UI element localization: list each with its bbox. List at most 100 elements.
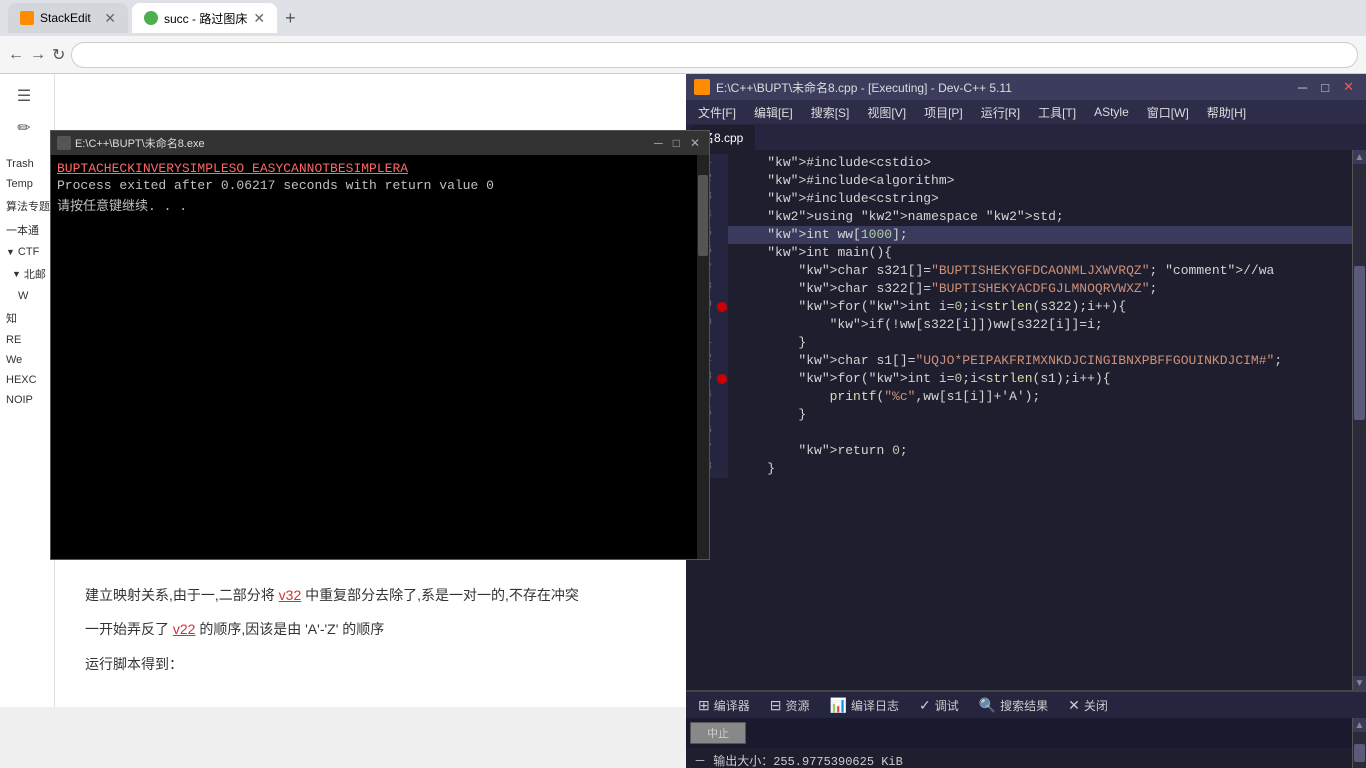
line-content-15: } — [728, 406, 814, 424]
bottom-scroll-track — [1353, 732, 1366, 768]
compile-log-icon: 📊 — [830, 697, 847, 714]
devcpp-window: E:\C++\BUPT\未命名8.cpp - [Executing] - Dev… — [686, 74, 1366, 768]
menu-file[interactable]: 文件[F] — [690, 102, 744, 123]
line-marker-7 — [716, 262, 728, 280]
terminal-scrollbar[interactable] — [697, 155, 709, 559]
line-content-18: } — [728, 460, 783, 478]
sidebar-item-hexc[interactable]: HEXC — [0, 370, 54, 390]
sidebar-item-re[interactable]: RE — [0, 330, 54, 350]
menu-window[interactable]: 窗口[W] — [1139, 102, 1197, 123]
bottom-tab-compiler[interactable]: ⊞ 编译器 — [690, 695, 758, 716]
bottom-tab-debug[interactable]: ✓ 调试 — [911, 695, 967, 716]
resources-icon: ⊟ — [770, 697, 782, 714]
terminal-output-line1: BUPTACHECKINVERYSIMPLESO EASYCANNOTBESIM… — [57, 161, 703, 176]
tab-stackedit[interactable]: StackEdit ✕ — [8, 3, 128, 33]
terminal-close-button[interactable]: ✕ — [687, 136, 703, 150]
scroll-up-button[interactable]: ▲ — [1353, 150, 1366, 164]
succ-favicon — [144, 11, 158, 25]
bottom-tab-debug-label: 调试 — [935, 697, 959, 714]
devcpp-scrollbar[interactable]: ▲ ▼ — [1352, 150, 1366, 690]
blog-paragraph-1: 建立映射关系,由于一,二部分将 v32 中重复部分去除了,系是一对一的,不存在冲… — [85, 584, 656, 606]
link-v32[interactable]: v32 — [279, 587, 302, 603]
sidebar-item-beida[interactable]: ▼ 北邮 — [0, 262, 54, 286]
bottom-tab-compile-log[interactable]: 📊 编译日志 — [822, 695, 907, 716]
line-marker-10 — [716, 316, 728, 334]
line-content-13: "kw">for("kw">int i=0;i<strlen(s1);i++){ — [728, 370, 1119, 388]
bottom-scroll-up[interactable]: ▲ — [1353, 718, 1366, 732]
new-tab-button[interactable]: + — [281, 8, 300, 29]
stop-button-area: 中止 — [686, 718, 1352, 748]
nav-forward-button[interactable]: → — [30, 46, 46, 64]
line-content-6: "kw">int main(){ — [728, 244, 900, 262]
bottom-tab-search-label: 搜索结果 — [1000, 697, 1048, 714]
bottom-panel-left: 中止 － 输出大小：255.9775390625 KiB － 编译时间：0.77… — [686, 718, 1352, 768]
sidebar-item-noip[interactable]: NOIP — [0, 390, 54, 410]
menu-edit[interactable]: 编辑[E] — [746, 102, 801, 123]
terminal-minimize-button[interactable]: ─ — [651, 136, 666, 150]
devcpp-close-button[interactable]: ✕ — [1339, 79, 1358, 95]
code-line-16: 16 — [686, 424, 1352, 442]
line-content-2: "kw">#include<algorithm> — [728, 172, 962, 190]
sidebar-w-label: W — [18, 290, 28, 302]
line-content-4: "kw2">using "kw2">namespace "kw2">std; — [728, 208, 1072, 226]
tab-stackedit-close[interactable]: ✕ — [104, 10, 116, 27]
bottom-tab-search[interactable]: 🔍 搜索结果 — [971, 695, 1056, 716]
bottom-tab-close[interactable]: ✕ 关闭 — [1060, 695, 1116, 716]
code-line-9: 9 "kw">for("kw">int i=0;i<strlen(s322);i… — [686, 298, 1352, 316]
devcpp-restore-button[interactable]: □ — [1317, 80, 1333, 95]
terminal-titlebar[interactable]: E:\C++\BUPT\未命名8.exe ─ □ ✕ — [51, 131, 709, 155]
sidebar-item-w[interactable]: W — [0, 286, 54, 306]
nav-refresh-button[interactable]: ↻ — [52, 45, 65, 65]
code-line-15: 15 } — [686, 406, 1352, 424]
devcpp-titlebar[interactable]: E:\C++\BUPT\未命名8.cpp - [Executing] - Dev… — [686, 74, 1366, 100]
sidebar-item-pass[interactable]: 一本通 — [0, 218, 54, 242]
tab-succ[interactable]: succ - 路过图床 ✕ — [132, 3, 277, 33]
bottom-tab-resources[interactable]: ⊟ 资源 — [762, 695, 818, 716]
code-line-1: 1 "kw">#include<cstdio> — [686, 154, 1352, 172]
sidebar-re-label: RE — [6, 334, 21, 346]
tab-succ-close[interactable]: ✕ — [253, 10, 265, 27]
menu-astyle[interactable]: AStyle — [1086, 103, 1137, 121]
line-content-7: "kw">char s321[]="BUPTISHEKYGFDCAONMLJXW… — [728, 262, 1282, 280]
scroll-down-button[interactable]: ▼ — [1353, 676, 1366, 690]
menu-project[interactable]: 项目[P] — [916, 102, 971, 123]
line-marker-17 — [716, 442, 728, 460]
menu-tools[interactable]: 工具[T] — [1030, 102, 1084, 123]
line-marker-11 — [716, 334, 728, 352]
close-panel-icon: ✕ — [1068, 697, 1080, 714]
sidebar-item-trash[interactable]: Trash — [0, 154, 54, 174]
address-bar[interactable] — [71, 42, 1358, 68]
sidebar-item-temp[interactable]: Temp — [0, 174, 54, 194]
breakpoint-dot-13 — [717, 374, 727, 384]
bottom-tab-compile-log-label: 编译日志 — [851, 697, 899, 714]
sidebar-menu-button[interactable]: ☰ — [6, 82, 42, 110]
sidebar-algo-label: 算法专题 — [6, 198, 50, 214]
line-content-9: "kw">for("kw">int i=0;i<strlen(s322);i++… — [728, 298, 1134, 316]
code-line-6: 6 "kw">int main(){ — [686, 244, 1352, 262]
link-v22[interactable]: v22 — [173, 621, 196, 637]
menu-help[interactable]: 帮助[H] — [1199, 102, 1254, 123]
menu-run[interactable]: 运行[R] — [973, 102, 1028, 123]
menu-view[interactable]: 视图[V] — [859, 102, 914, 123]
sidebar-top-buttons: ☰ ✏ — [0, 74, 54, 150]
stop-button[interactable]: 中止 — [690, 722, 746, 744]
terminal-maximize-button[interactable]: □ — [670, 136, 683, 150]
bottom-scrollbar[interactable]: ▲ ▼ — [1352, 718, 1366, 768]
menu-search[interactable]: 搜索[S] — [803, 102, 858, 123]
line-marker-2 — [716, 172, 728, 190]
sidebar-edit-button[interactable]: ✏ — [6, 114, 42, 142]
beida-chevron: ▼ — [12, 269, 21, 279]
nav-back-button[interactable]: ← — [8, 46, 24, 64]
devcpp-minimize-button[interactable]: ─ — [1294, 80, 1311, 95]
line-content-11: } — [728, 334, 814, 352]
sidebar-item-we[interactable]: We — [0, 350, 54, 370]
code-editor[interactable]: 1 "kw">#include<cstdio>2 "kw">#include<a… — [686, 150, 1352, 690]
sidebar-item-zhi[interactable]: 知 — [0, 306, 54, 330]
sidebar-item-algo[interactable]: 算法专题 — [0, 194, 54, 218]
code-line-10: 10 "kw">if(!ww[s322[i]])ww[s322[i]]=i; — [686, 316, 1352, 334]
terminal-output-line3: 请按任意键继续. . . — [57, 195, 703, 214]
devcpp-title-text: E:\C++\BUPT\未命名8.cpp - [Executing] - Dev… — [716, 79, 1288, 96]
sidebar: ☰ ✏ Trash Temp 算法专题 一本通 ▼ CTF — [0, 74, 55, 707]
code-line-2: 2 "kw">#include<algorithm> — [686, 172, 1352, 190]
sidebar-item-ctf[interactable]: ▼ CTF — [0, 242, 54, 262]
